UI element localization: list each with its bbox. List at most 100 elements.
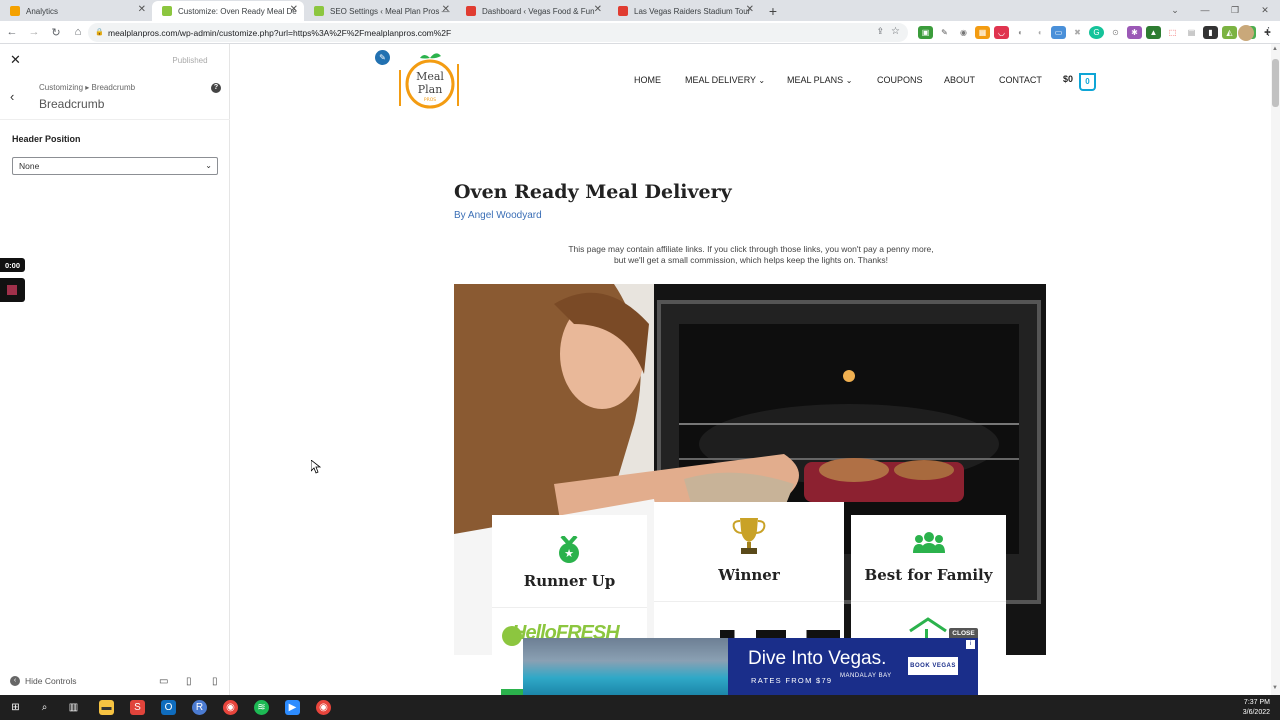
task-view-icon[interactable]: ▥	[66, 700, 81, 715]
extension-icon[interactable]: ▮	[1203, 26, 1218, 39]
grammarly-icon[interactable]: G	[1089, 26, 1104, 39]
desktop-preview-icon[interactable]: ▭	[159, 676, 168, 687]
cart-total[interactable]: $0	[1063, 74, 1073, 84]
header-position-label: Header Position	[12, 134, 81, 144]
close-tab-icon[interactable]: ✕	[746, 4, 754, 15]
ad-pool-image	[523, 638, 728, 695]
nav-meal-plans[interactable]: MEAL PLANS ⌄	[787, 75, 852, 85]
close-customizer-icon[interactable]: ✕	[10, 52, 21, 68]
scroll-up-icon[interactable]: ▲	[1272, 46, 1278, 52]
window-controls: ⌄ — ❐ ✕	[1160, 0, 1280, 20]
card-title: Winner	[718, 566, 780, 584]
nav-meal-delivery[interactable]: MEAL DELIVERY ⌄	[685, 75, 765, 85]
logo-text-meal: Meal	[416, 70, 444, 83]
pen-icon[interactable]: ✎	[937, 26, 952, 39]
search-icon[interactable]: ⌕	[37, 700, 52, 715]
minimize-icon[interactable]: —	[1190, 0, 1220, 20]
stop-icon	[7, 285, 17, 295]
stop-recording-button[interactable]	[0, 278, 25, 302]
chrome-active-icon[interactable]: ◉	[316, 700, 331, 715]
extension-icon[interactable]: ◭	[1222, 26, 1237, 39]
extension-icon[interactable]: ▣	[918, 26, 933, 39]
tab-title: Dashboard ‹ Vegas Food & Fun	[482, 6, 595, 16]
clock-time: 7:37 PM	[1243, 699, 1270, 706]
restore-icon[interactable]: ❐	[1220, 0, 1250, 20]
hide-controls-label: Hide Controls	[25, 676, 77, 686]
tab-raiders-tour[interactable]: Las Vegas Raiders Stadium Tour ✕	[608, 1, 760, 21]
address-bar[interactable]: 🔒 mealplanpros.com/wp-admin/customize.ph…	[88, 23, 908, 42]
extension-icon[interactable]: ✖	[1070, 26, 1085, 39]
card-divider	[654, 601, 844, 602]
back-chevron-icon[interactable]: ‹	[10, 89, 14, 104]
tablet-preview-icon[interactable]: ▯	[186, 676, 192, 687]
zoom-icon[interactable]: ▶	[285, 700, 300, 715]
file-explorer-icon[interactable]: ▬	[99, 700, 114, 715]
back-arrow-icon[interactable]: ←	[2, 22, 22, 42]
customizer-breadcrumb: Customizing ▸ Breadcrumb	[39, 83, 136, 92]
cart-count-badge[interactable]: 0	[1079, 73, 1096, 91]
card-title: Runner Up	[523, 572, 616, 590]
forward-arrow-icon[interactable]: →	[24, 22, 44, 42]
author-link[interactable]: By Angel Woodyard	[454, 210, 542, 221]
bookmark-star-icon[interactable]: ☆	[891, 26, 900, 37]
published-button[interactable]: Published	[160, 54, 220, 68]
share-icon[interactable]: ⇪	[876, 26, 884, 37]
ad-cta-button[interactable]: BOOK VEGAS	[908, 657, 958, 675]
nav-home[interactable]: HOME	[634, 75, 661, 85]
snagit-icon[interactable]: S	[130, 700, 145, 715]
reload-icon[interactable]: ↻	[46, 22, 66, 42]
ad-subline: RATES FROM $79	[751, 676, 833, 685]
tab-title: Las Vegas Raiders Stadium Tour	[634, 6, 751, 16]
outlook-icon[interactable]: O	[161, 700, 176, 715]
tab-seo-settings[interactable]: SEO Settings ‹ Meal Plan Pros — ✕	[304, 1, 456, 21]
site-logo[interactable]: Meal Plan PROS	[395, 50, 461, 112]
extension-icon[interactable]: ✱	[1127, 26, 1142, 39]
lock-icon[interactable]: 🔒	[95, 28, 104, 36]
extension-icon[interactable]: ◐	[1013, 26, 1028, 39]
recording-timer: 0:00	[0, 258, 25, 272]
close-tab-icon[interactable]: ✕	[594, 4, 602, 15]
tab-dashboard-vegas[interactable]: Dashboard ‹ Vegas Food & Fun ✕	[456, 1, 608, 21]
preview-scrollbar[interactable]: ▲ ▼	[1271, 44, 1280, 695]
nav-meal-delivery-label: MEAL DELIVERY	[685, 75, 756, 85]
header-position-select[interactable]: None ⌄	[12, 157, 218, 175]
app-r-icon[interactable]: R	[192, 700, 207, 715]
extension-icon[interactable]: ⬚	[1165, 26, 1180, 39]
vegas-ad-banner[interactable]: Dive Into Vegas. RATES FROM $79 MANDALAY…	[523, 638, 978, 695]
extension-icon[interactable]: ▲	[1146, 26, 1161, 39]
camera-icon[interactable]: ◉	[956, 26, 971, 39]
nav-coupons[interactable]: COUPONS	[877, 75, 923, 85]
affiliate-line-1: This page may contain affiliate links. I…	[568, 244, 934, 254]
profile-avatar[interactable]	[1238, 25, 1254, 41]
mobile-preview-icon[interactable]: ▯	[212, 676, 218, 687]
edit-pencil-icon[interactable]: ✎	[375, 50, 390, 65]
extension-icon[interactable]: ◖	[1032, 26, 1047, 39]
nav-about[interactable]: ABOUT	[944, 75, 975, 85]
extension-icon[interactable]: ▭	[1051, 26, 1066, 39]
scroll-down-icon[interactable]: ▼	[1272, 685, 1278, 691]
close-tab-icon[interactable]: ✕	[442, 4, 450, 15]
tab-analytics[interactable]: Analytics ✕	[0, 1, 152, 21]
tab-customize[interactable]: Customize: Oven Ready Meal De ✕	[152, 1, 304, 21]
close-window-icon[interactable]: ✕	[1250, 0, 1280, 20]
tab-search-icon[interactable]: ⌄	[1160, 0, 1190, 20]
nav-contact[interactable]: CONTACT	[999, 75, 1042, 85]
extension-icon[interactable]: ▤	[1184, 26, 1199, 39]
browser-tab-strip: Analytics ✕ Customize: Oven Ready Meal D…	[0, 0, 1280, 21]
extension-icon[interactable]: ▦	[975, 26, 990, 39]
close-tab-icon[interactable]: ✕	[138, 4, 146, 15]
scroll-thumb[interactable]	[1272, 59, 1279, 107]
ad-info-icon[interactable]: i	[966, 640, 975, 649]
pocket-icon[interactable]: ◡	[994, 26, 1009, 39]
new-tab-button[interactable]: +	[760, 1, 786, 21]
spotify-icon[interactable]: ≋	[254, 700, 269, 715]
home-icon[interactable]: ⌂	[68, 22, 88, 42]
hide-controls-button[interactable]: ‹ Hide Controls	[10, 676, 77, 686]
extension-icon[interactable]: ⊙	[1108, 26, 1123, 39]
help-icon[interactable]: ?	[211, 83, 221, 93]
menu-kebab-icon[interactable]: ⋮	[1263, 25, 1274, 38]
chrome-icon[interactable]: ◉	[223, 700, 238, 715]
windows-start-icon[interactable]: ⊞	[8, 700, 23, 715]
system-clock[interactable]: 7:37 PM 3/6/2022	[1243, 698, 1270, 718]
close-tab-icon[interactable]: ✕	[290, 4, 298, 15]
